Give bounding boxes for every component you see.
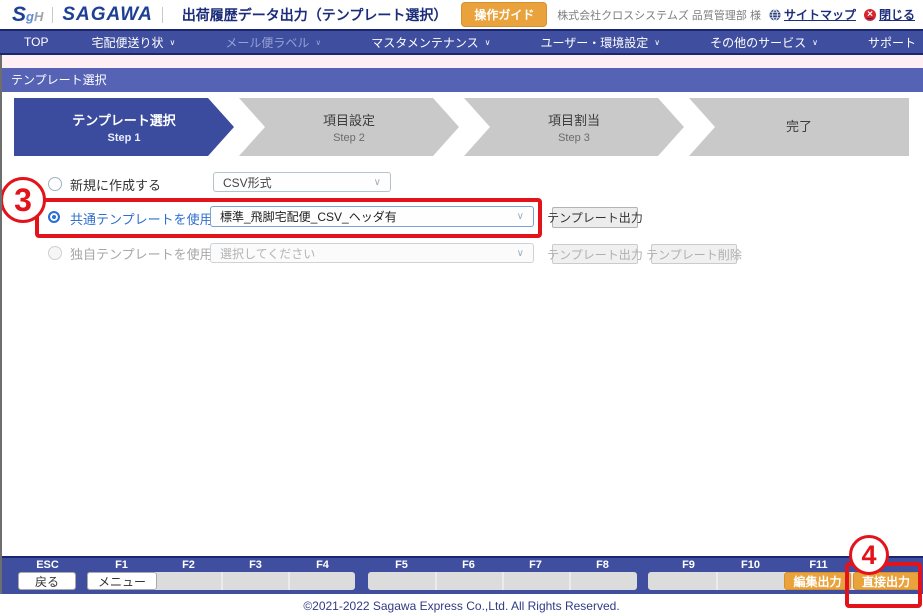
fkey-f6: F6 bbox=[462, 559, 475, 571]
page-title: 出荷履歴データ出力（テンプレート選択） bbox=[181, 6, 448, 23]
app-window: S g H SAGAWA 出荷履歴データ出力（テンプレート選択） 操作ガイド 株… bbox=[0, 0, 923, 616]
chevron-down-icon: ∨ bbox=[654, 37, 661, 47]
fkey-f1: F1 bbox=[115, 559, 128, 571]
sitemap-link[interactable]: サイトマップ bbox=[769, 6, 856, 23]
header-right: 株式会社クロスシステムズ 品質管理部 様 サイトマップ × 閉じる bbox=[557, 6, 923, 23]
step-title: 項目設定 bbox=[322, 113, 375, 128]
nav-item-takuhaibin-invoice[interactable]: 宅配便送り状 ∨ bbox=[66, 34, 200, 51]
own-template-delete-button[interactable]: テンプレート削除 bbox=[646, 244, 742, 264]
sgh-logo: S g H bbox=[12, 4, 43, 25]
format-select-value: CSV形式 bbox=[223, 175, 272, 190]
panel-divider bbox=[435, 572, 437, 590]
nav-item-top[interactable]: TOP bbox=[0, 35, 66, 49]
nav-item-user-settings[interactable]: ユーザー・環境設定 ∨ bbox=[515, 34, 685, 51]
step-template-select: テンプレート選択 Step 1 bbox=[14, 98, 234, 156]
section-title-bar: テンプレート選択 bbox=[0, 68, 923, 92]
chevron-down-icon: ∨ bbox=[516, 211, 524, 222]
fkey-panel-f5-f8 bbox=[368, 572, 637, 590]
globe-icon bbox=[769, 8, 781, 21]
nav-label: TOP bbox=[24, 35, 49, 49]
panel-divider bbox=[569, 572, 571, 590]
logo-letter-h: H bbox=[33, 9, 44, 24]
panel-divider bbox=[221, 572, 223, 590]
divider bbox=[161, 6, 163, 23]
radio-common-template-label: 共通テンプレートを使用 bbox=[70, 212, 213, 227]
direct-output-button[interactable]: 直接出力 bbox=[853, 572, 919, 590]
window-edge bbox=[0, 55, 2, 594]
radio-create-new-label: 新規に作成する bbox=[70, 178, 162, 193]
fkey-f5: F5 bbox=[395, 559, 408, 571]
nav-item-master-maintenance[interactable]: マスタメンテナンス ∨ bbox=[346, 34, 515, 51]
common-template-export-button[interactable]: テンプレート出力 bbox=[547, 207, 643, 228]
company-name: 株式会社クロスシステムズ 品質管理部 様 bbox=[557, 9, 761, 22]
menu-button[interactable]: メニュー bbox=[87, 572, 157, 590]
fkey-f7: F7 bbox=[529, 559, 542, 571]
step-item-settings: 項目設定 Step 2 bbox=[239, 98, 459, 156]
copyright: ©2021-2022 Sagawa Express Co.,Ltd. All R… bbox=[0, 594, 923, 616]
common-template-select[interactable]: 標準_飛脚宅配便_CSV_ヘッダ有 ∨ bbox=[210, 206, 534, 227]
step-title: テンプレート選択 bbox=[72, 113, 176, 128]
nav-item-other-services[interactable]: その他のサービス ∨ bbox=[685, 34, 843, 51]
format-select[interactable]: CSV形式 ∨ bbox=[213, 172, 391, 192]
close-link-label: 閉じる bbox=[878, 8, 915, 22]
step-number: Step 1 bbox=[107, 132, 141, 144]
fkey-esc: ESC bbox=[36, 559, 59, 571]
nav-label: ユーザー・環境設定 bbox=[540, 35, 649, 50]
divider bbox=[52, 6, 54, 23]
annotation-number-4: 4 bbox=[849, 535, 889, 575]
annotation-number-3: 3 bbox=[0, 177, 46, 223]
nav-label: その他のサービス bbox=[710, 35, 807, 50]
wizard-steps: テンプレート選択 Step 1 項目設定 Step 2 項目割当 Step 3 … bbox=[14, 98, 909, 156]
back-button[interactable]: 戻る bbox=[18, 572, 76, 590]
panel-divider bbox=[288, 572, 290, 590]
radio-common-template[interactable] bbox=[48, 211, 60, 223]
operation-guide-button[interactable]: 操作ガイド bbox=[461, 2, 548, 27]
own-template-select[interactable]: 選択してください ∨ bbox=[210, 243, 534, 263]
logo-letter-s: S bbox=[12, 3, 27, 26]
fkey-f8: F8 bbox=[596, 559, 609, 571]
nav-label: マスタメンテナンス bbox=[371, 35, 479, 50]
sitemap-link-label: サイトマップ bbox=[783, 8, 856, 22]
common-template-select-value: 標準_飛脚宅配便_CSV_ヘッダ有 bbox=[220, 210, 397, 224]
radio-create-new[interactable] bbox=[48, 177, 62, 191]
nav-item-support[interactable]: サポート ∨ bbox=[843, 34, 923, 51]
nav-label: メール便ラベル bbox=[225, 35, 310, 50]
fkey-f3: F3 bbox=[249, 559, 262, 571]
chevron-down-icon: ∨ bbox=[373, 176, 381, 188]
step-title: 完了 bbox=[785, 119, 812, 134]
nav-label: 宅配便送り状 bbox=[91, 35, 164, 50]
chevron-down-icon: ∨ bbox=[169, 37, 176, 47]
edit-output-button[interactable]: 編集出力 bbox=[784, 572, 851, 590]
panel-divider bbox=[502, 572, 504, 590]
fkey-f4: F4 bbox=[316, 559, 329, 571]
step-complete: 完了 bbox=[689, 98, 909, 156]
fkey-f9: F9 bbox=[682, 559, 695, 571]
chevron-down-icon: ∨ bbox=[516, 247, 524, 259]
panel-divider bbox=[716, 572, 718, 590]
step-number: Step 2 bbox=[333, 132, 365, 144]
header: S g H SAGAWA 出荷履歴データ出力（テンプレート選択） 操作ガイド 株… bbox=[0, 0, 923, 29]
own-template-select-value: 選択してください bbox=[220, 246, 316, 261]
fkey-f10: F10 bbox=[741, 559, 760, 571]
own-template-export-button[interactable]: テンプレート出力 bbox=[547, 244, 643, 264]
fkey-f11: F11 bbox=[809, 559, 828, 571]
chevron-down-icon: ∨ bbox=[812, 37, 818, 47]
logo-letter-g: g bbox=[26, 9, 34, 24]
nav-item-mail-label[interactable]: メール便ラベル ∨ bbox=[200, 34, 346, 51]
close-icon: × bbox=[863, 8, 876, 21]
sagawa-wordmark: SAGAWA bbox=[62, 4, 153, 25]
fkey-f2: F2 bbox=[182, 559, 195, 571]
step-item-assignment: 項目割当 Step 3 bbox=[464, 98, 684, 156]
step-number: Step 3 bbox=[558, 132, 590, 144]
radio-own-template[interactable] bbox=[48, 246, 62, 260]
step-title: 項目割当 bbox=[547, 113, 600, 128]
chevron-down-icon: ∨ bbox=[484, 37, 491, 47]
chevron-down-icon: ∨ bbox=[315, 37, 322, 47]
close-link[interactable]: × 閉じる bbox=[863, 6, 915, 23]
main-nav: TOP 宅配便送り状 ∨ メール便ラベル ∨ マスタメンテナンス ∨ ユーザー・… bbox=[0, 29, 923, 55]
radio-own-template-label: 独自テンプレートを使用 bbox=[70, 247, 213, 262]
nav-label: サポート bbox=[867, 35, 916, 50]
spacer-strip bbox=[0, 55, 923, 68]
